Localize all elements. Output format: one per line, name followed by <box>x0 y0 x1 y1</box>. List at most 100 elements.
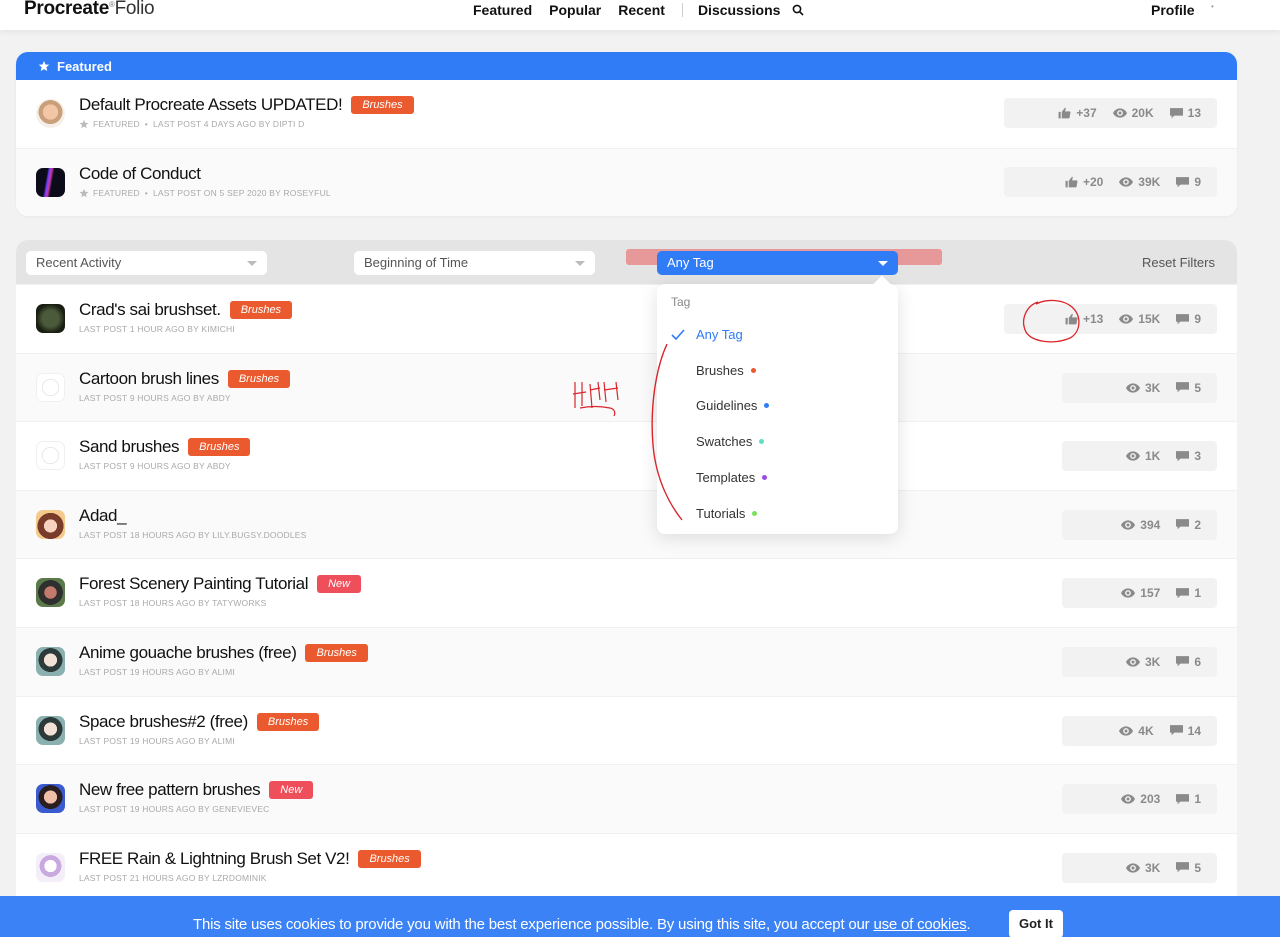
checkmark-icon <box>671 329 685 340</box>
thread-stats: 3K 5 <box>1062 852 1217 883</box>
avatar[interactable] <box>36 372 65 402</box>
tag-badge-brushes[interactable]: Brushes <box>188 438 251 457</box>
meta-separator: • <box>144 119 148 129</box>
thread-title[interactable]: Code of Conduct <box>79 164 201 184</box>
thread-row[interactable]: FREE Rain & Lightning Brush Set V2! Brush… <box>16 832 1237 902</box>
comment-icon <box>1176 176 1190 187</box>
reset-filters-link[interactable]: Reset Filters <box>1142 255 1215 270</box>
thread-stats: 203 1 <box>1062 784 1217 815</box>
comment-icon <box>1169 725 1183 736</box>
nav-popular[interactable]: Popular <box>549 2 601 18</box>
thread-title[interactable]: Crad's sai brushset. <box>79 300 221 320</box>
avatar[interactable] <box>36 168 65 197</box>
thread-meta: LAST POST 9 HOURS AGO BY ABDY <box>79 392 231 403</box>
thread-title[interactable]: Forest Scenery Painting Tutorial <box>79 574 308 594</box>
tag-badge-new[interactable]: New <box>317 575 362 594</box>
tag-badge-brushes[interactable]: Brushes <box>351 96 414 114</box>
tag-dropdown-menu: Tag Any Tag Brushes Guidelines Swatches Temp… <box>657 284 898 534</box>
comments-stat: 13 <box>1169 106 1201 120</box>
tag-option-label: Swatches <box>696 434 753 449</box>
nav-featured[interactable]: Featured <box>473 2 532 18</box>
thread-row[interactable]: Space brushes#2 (free) Brushes LAST POST … <box>16 695 1237 765</box>
nav-discussions[interactable]: Discussions <box>698 2 780 18</box>
views-stat: 3K <box>1125 655 1160 669</box>
tag-option-guidelines[interactable]: Guidelines <box>696 398 770 413</box>
eye-icon <box>1125 657 1140 667</box>
thread-row[interactable]: Adad_ LAST POST 18 HOURS AGO BY LILY.BUG… <box>16 489 1237 559</box>
cookie-policy-link[interactable]: use of cookies <box>873 916 966 933</box>
tag-option-brushes[interactable]: Brushes <box>696 363 756 378</box>
eye-icon <box>1125 451 1140 461</box>
thread-row[interactable]: Sand brushes Brushes LAST POST 9 HOURS AG… <box>16 421 1237 490</box>
tag-option-swatches[interactable]: Swatches <box>696 434 765 449</box>
avatar[interactable] <box>36 578 65 608</box>
time-range-select[interactable]: Beginning of Time <box>354 251 595 275</box>
time-range-value: Beginning of Time <box>364 255 469 270</box>
tag-badge-brushes[interactable]: Brushes <box>229 301 293 319</box>
views-stat: 39K <box>1119 175 1160 189</box>
nav-recent[interactable]: Recent <box>618 2 665 18</box>
tag-option-tutorials[interactable]: Tutorials <box>696 506 758 521</box>
tag-badge-new[interactable]: New <box>269 781 314 800</box>
thread-meta: LAST POST 19 HOURS AGO BY GENEVIEVEC <box>79 804 270 815</box>
avatar[interactable] <box>36 784 65 814</box>
filter-bar: Recent Activity Beginning of Time Any Ta… <box>16 240 1237 284</box>
comments-stat: 2 <box>1176 518 1201 532</box>
thread-title[interactable]: Anime gouache brushes (free) <box>79 643 297 663</box>
avatar[interactable] <box>36 715 65 745</box>
profile-link[interactable]: Profile <box>1151 2 1195 18</box>
thumbs-up-icon <box>1065 313 1078 325</box>
nav-divider <box>681 3 683 17</box>
thread-title[interactable]: FREE Rain & Lightning Brush Set V2! <box>79 849 350 869</box>
eye-icon <box>1125 382 1140 393</box>
thread-row[interactable]: Forest Scenery Painting Tutorial New LAST… <box>16 558 1237 627</box>
thread-row[interactable]: Anime gouache brushes (free) Brushes LAST… <box>16 626 1237 696</box>
thread-meta: LAST POST 19 HOURS AGO BY ALIMI <box>79 666 235 677</box>
comments-stat: 5 <box>1176 861 1201 875</box>
featured-row[interactable]: Code of Conduct FEATURED • LAST POST ON … <box>16 148 1237 216</box>
tag-option-any-tag[interactable]: Any Tag <box>696 327 743 342</box>
tag-option-label: Tutorials <box>696 506 746 521</box>
comment-icon <box>1176 587 1190 599</box>
thread-title[interactable]: Sand brushes <box>79 437 180 457</box>
comments-stat: 14 <box>1169 724 1201 738</box>
tag-badge-brushes[interactable]: Brushes <box>256 712 320 731</box>
tag-color-dot <box>764 403 770 408</box>
avatar[interactable] <box>36 441 65 471</box>
thread-title[interactable]: Space brushes#2 (free) <box>79 712 248 732</box>
cookie-message: This site uses cookies to provide you wi… <box>193 916 971 933</box>
tag-badge-brushes[interactable]: Brushes <box>358 849 421 868</box>
search-icon[interactable] <box>792 4 804 16</box>
logo-text-bold: Pro <box>24 0 55 19</box>
comment-icon <box>1176 450 1190 462</box>
thread-row[interactable]: Crad's sai brushset. Brushes LAST POST 1 … <box>16 284 1237 353</box>
thread-title[interactable]: Cartoon brush lines <box>79 369 219 389</box>
thread-meta: LAST POST 1 HOUR AGO BY KIMICHI <box>79 324 235 334</box>
featured-row[interactable]: Default Procreate Assets UPDATED! Brushe… <box>16 80 1237 148</box>
tag-badge-brushes[interactable]: Brushes <box>305 643 368 662</box>
avatar[interactable] <box>36 852 65 882</box>
profile-caret-icon[interactable]: • <box>1211 2 1214 11</box>
thread-row[interactable]: Cartoon brush lines Brushes LAST POST 9 H… <box>16 352 1237 422</box>
thread-row[interactable]: New free pattern brushes New LAST POST 19… <box>16 764 1237 833</box>
thumbs-up-icon <box>1065 176 1078 188</box>
views-stat: 4K <box>1119 724 1154 738</box>
chevron-down-icon <box>247 261 257 266</box>
cookie-banner: This site uses cookies to provide you wi… <box>0 896 1280 937</box>
tag-select[interactable]: Any Tag <box>657 251 898 275</box>
avatar[interactable] <box>36 509 65 539</box>
main-nav: Featured Popular Recent Discussions <box>473 2 804 18</box>
accept-cookies-button[interactable]: Got It <box>1009 910 1063 937</box>
avatar[interactable] <box>36 304 65 333</box>
procreate-folio-logo[interactable]: Procreate®Folio <box>24 0 155 20</box>
avatar[interactable] <box>36 646 65 676</box>
sort-select[interactable]: Recent Activity <box>26 251 267 275</box>
thread-title[interactable]: Default Procreate Assets UPDATED! <box>79 95 343 115</box>
avatar[interactable] <box>36 99 65 128</box>
thread-title[interactable]: New free pattern brushes <box>79 780 261 800</box>
comments-stat: 1 <box>1176 586 1201 600</box>
tag-option-label: Brushes <box>696 363 744 378</box>
tag-option-templates[interactable]: Templates <box>696 470 768 485</box>
tag-badge-brushes[interactable]: Brushes <box>227 369 291 388</box>
thread-title[interactable]: Adad_ <box>79 506 127 526</box>
